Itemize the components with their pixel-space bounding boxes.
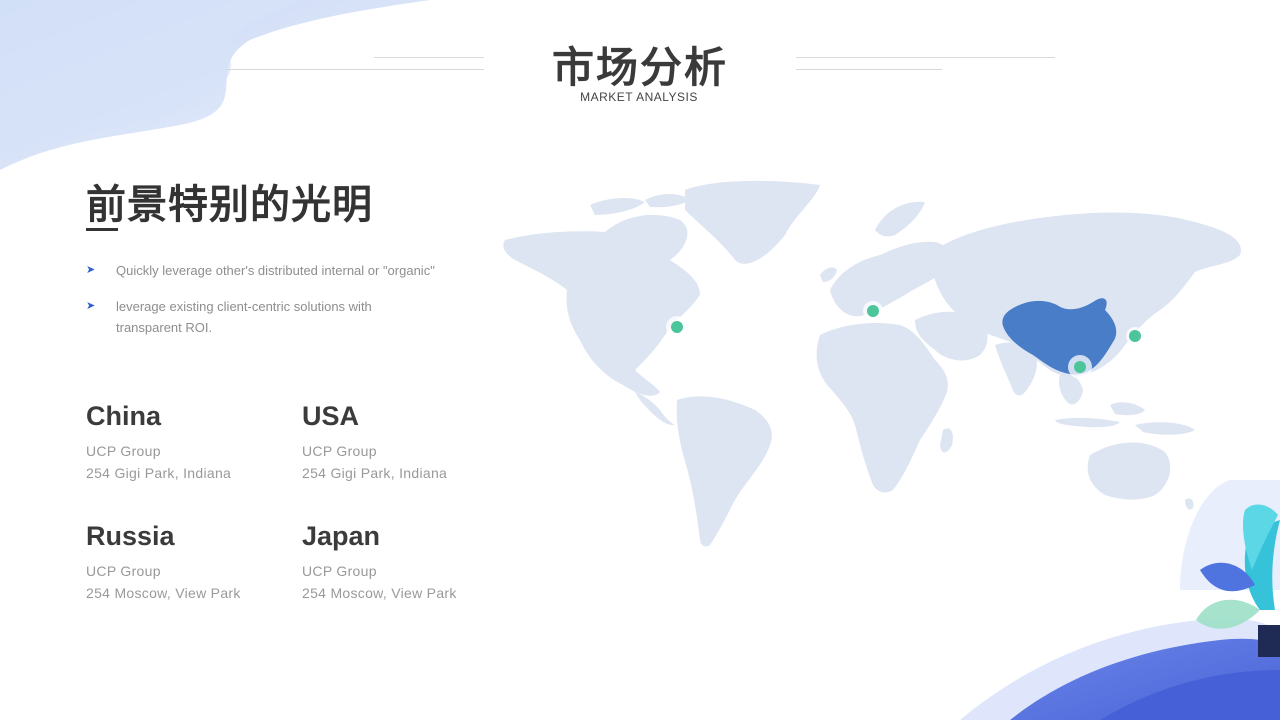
country-company: UCP Group — [86, 563, 161, 579]
country-address: 254 Gigi Park, Indiana — [86, 465, 232, 481]
arrow-right-icon: ➤ — [86, 300, 96, 312]
country-name: Japan — [302, 521, 381, 551]
country-card-russia: Russia UCP Group 254 Moscow, View Park — [86, 520, 286, 604]
country-card-japan: Japan UCP Group 254 Moscow, View Park — [302, 520, 502, 604]
map-marker-japan — [1126, 327, 1144, 345]
country-name: Russia — [86, 521, 175, 551]
bullet-item: ➤ leverage existing client-centric solut… — [86, 296, 476, 340]
country-card-usa: USA UCP Group 254 Gigi Park, Indiana — [302, 400, 502, 484]
map-marker-china — [1068, 355, 1092, 379]
section-heading: 前景特别的光明 — [86, 183, 373, 227]
country-name: USA — [302, 401, 360, 431]
country-company: UCP Group — [86, 443, 161, 459]
arrow-right-icon: ➤ — [86, 264, 96, 276]
country-address: 254 Gigi Park, Indiana — [302, 465, 448, 481]
country-company: UCP Group — [302, 563, 377, 579]
page-subtitle: MARKET ANALYSIS — [580, 90, 698, 104]
bullet-text: Quickly leverage other's distributed int… — [116, 263, 435, 278]
bullet-item: ➤ Quickly leverage other's distributed i… — [86, 260, 476, 282]
country-address: 254 Moscow, View Park — [302, 585, 457, 601]
bullet-text: leverage existing client-centric solutio… — [116, 299, 372, 335]
heading-underline — [86, 228, 118, 231]
map-marker-usa — [666, 316, 688, 338]
country-address: 254 Moscow, View Park — [86, 585, 241, 601]
country-company: UCP Group — [302, 443, 377, 459]
world-map — [503, 180, 1241, 547]
country-name: China — [86, 401, 162, 431]
page-title: 市场分析 — [551, 44, 728, 91]
country-card-china: China UCP Group 254 Gigi Park, Indiana — [86, 400, 286, 484]
map-land — [503, 180, 1241, 547]
map-marker-europe — [863, 301, 883, 321]
